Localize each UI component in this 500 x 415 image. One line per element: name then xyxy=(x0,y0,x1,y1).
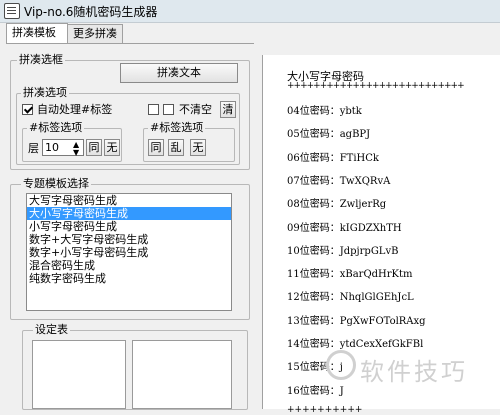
template-list-item[interactable]: 数字+小写字母密码生成 xyxy=(27,246,231,259)
output-line: 04位密码：ybtk xyxy=(287,106,362,117)
settings-table-right[interactable] xyxy=(132,340,232,409)
output-footer-separator: ++++++++++ xyxy=(287,404,363,415)
random-button[interactable]: 乱 xyxy=(168,139,184,156)
output-line: 14位密码：ytdCexXefGkFBl xyxy=(287,339,424,350)
template-list-item[interactable]: 小写字母密码生成 xyxy=(27,220,231,233)
template-list-item[interactable]: 大写字母密码生成 xyxy=(27,194,231,207)
template-listbox[interactable]: 大写字母密码生成 大小写字母密码生成 小写字母密码生成 数字+大写字母密码生成 数字+小… xyxy=(26,193,232,311)
auto-hash-label: 自动处理#标签 xyxy=(37,103,113,116)
settings-table-left[interactable] xyxy=(32,340,126,409)
output-line: 16位密码：J xyxy=(287,385,344,397)
output-line: 10位密码：JdpjrpGLvB xyxy=(287,245,399,257)
hash-options-right-title: #标签选项 xyxy=(148,121,206,135)
output-line: 06位密码：FTiHCk xyxy=(287,152,379,164)
option-checkbox-1[interactable] xyxy=(148,104,159,115)
output-line: 09位密码：kIGDZXhTH xyxy=(287,222,402,234)
template-list-item[interactable]: 数字+大写字母密码生成 xyxy=(27,233,231,246)
tab-assemble-template[interactable]: 拼凑模板 xyxy=(6,23,68,44)
same-button[interactable]: 同 xyxy=(86,139,102,156)
window-title: Vip-no.6随机密码生成器 xyxy=(24,5,158,19)
settings-group-title: 设定表 xyxy=(33,323,70,337)
hash-options-left-title: #标签选项 xyxy=(27,121,85,135)
output-line: 12位密码：NhqlGlGEhJcL xyxy=(287,292,414,304)
app-icon xyxy=(4,3,20,19)
auto-hash-checkbox[interactable] xyxy=(22,104,33,115)
assemble-options-title: 拼凑选项 xyxy=(21,86,69,100)
tab-more-assemble[interactable]: 更多拼凑 xyxy=(67,24,123,43)
clear-button[interactable]: 清 xyxy=(220,101,236,118)
layer-spinbox[interactable]: 10 ▲ ▼ xyxy=(42,139,84,159)
none-button-2[interactable]: 无 xyxy=(190,139,206,156)
template-list-item[interactable]: 混合密码生成 xyxy=(27,259,231,272)
no-clear-checkbox[interactable] xyxy=(163,104,174,115)
no-clear-label: 不清空 xyxy=(179,103,212,116)
output-line: 07位密码：TwXQRvA xyxy=(287,175,391,187)
output-separator: +++++++++++++++++++++++++++ xyxy=(287,81,465,91)
none-button-1[interactable]: 无 xyxy=(104,139,120,156)
output-line: 05位密码：agBPJ xyxy=(287,129,371,141)
assemble-text-button[interactable]: 拼凑文本 xyxy=(120,63,238,83)
output-line: 13位密码：PgXwFOTolRAxg xyxy=(287,315,426,327)
layer-value: 10 xyxy=(45,141,59,154)
template-list-item[interactable]: 大小写字母密码生成 xyxy=(27,207,231,220)
title-bar: Vip-no.6随机密码生成器 xyxy=(0,0,500,23)
output-line: 08位密码：ZwljerRg xyxy=(287,199,387,211)
tab-divider xyxy=(6,43,254,44)
watermark-logo-icon xyxy=(326,350,356,380)
spin-down-icon[interactable]: ▼ xyxy=(73,146,79,159)
same-button-2[interactable]: 同 xyxy=(148,139,164,156)
watermark-text: 软件技巧 xyxy=(360,358,468,386)
assemble-group-title: 拼凑选框 xyxy=(17,53,65,67)
template-group-title: 专题模板选择 xyxy=(21,177,91,191)
layer-label: 层 xyxy=(28,142,39,155)
output-line: 11位密码：xBarQdHrKtm xyxy=(287,269,413,281)
template-list-item[interactable]: 纯数字密码生成 xyxy=(27,272,231,285)
